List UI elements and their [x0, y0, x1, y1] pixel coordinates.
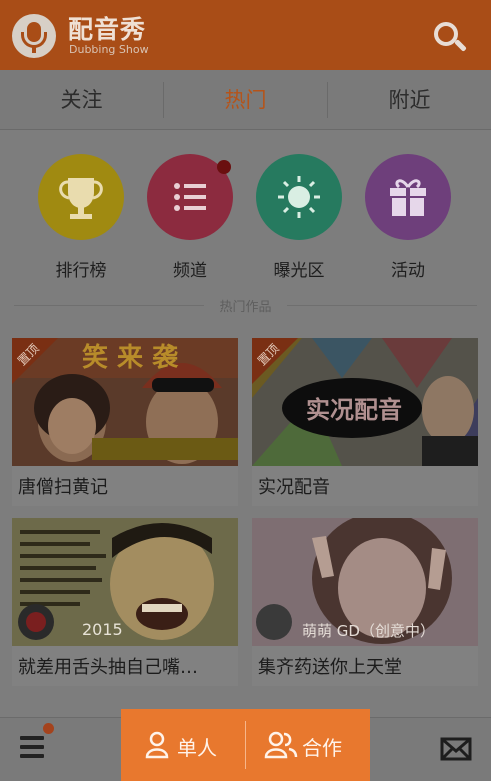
single-mode-button[interactable]: 单人: [121, 709, 245, 781]
work-overlay-text: 萌萌 GD（创意中）: [302, 622, 435, 640]
svg-text:笑 来 袭: 笑 来 袭: [82, 342, 179, 373]
coop-mode-label: 合作: [302, 736, 342, 760]
tab-hot[interactable]: 热门: [164, 70, 327, 130]
category-label: 排行榜: [55, 261, 107, 281]
list-icon: [147, 154, 233, 240]
category-label: 频道: [173, 261, 207, 281]
app-header: 配音秀 Dubbing Show: [0, 0, 491, 70]
single-mode-label: 单人: [177, 736, 217, 760]
gift-icon: [365, 154, 451, 240]
work-overlay-text: 2015: [82, 620, 123, 639]
people-icon: [264, 731, 298, 759]
category-ranking[interactable]: 排行榜: [33, 154, 129, 281]
search-icon[interactable]: [432, 20, 472, 56]
notification-dot: [43, 723, 54, 734]
tab-bar: 关注 热门 附近: [0, 70, 491, 130]
work-thumbnail: 萌萌 GD（创意中）: [252, 518, 478, 646]
category-label: 曝光区: [273, 261, 325, 281]
category-label: 活动: [391, 261, 425, 281]
trophy-icon: [38, 154, 124, 240]
work-title: 集齐药送你上天堂: [258, 657, 402, 678]
work-thumbnail: 2015: [12, 518, 238, 646]
category-events[interactable]: 活动: [360, 154, 456, 281]
work-card[interactable]: 2015 就差用舌头抽自己嘴…: [12, 518, 238, 686]
category-exposure[interactable]: 曝光区: [251, 154, 347, 281]
menu-icon[interactable]: [18, 733, 50, 763]
category-channels[interactable]: 频道: [142, 154, 238, 281]
work-card[interactable]: 笑 来 袭 置顶 唐僧扫黄记: [12, 338, 238, 506]
mail-icon[interactable]: [440, 737, 472, 761]
coop-mode-button[interactable]: 合作: [246, 709, 370, 781]
svg-text:实况配音: 实况配音: [306, 396, 402, 424]
app-subtitle: Dubbing Show: [69, 43, 149, 56]
tab-nearby[interactable]: 附近: [328, 70, 491, 130]
work-card[interactable]: 萌萌 GD（创意中） 集齐药送你上天堂: [252, 518, 478, 686]
app-title: 配音秀: [68, 15, 147, 44]
record-mode-panel: 单人 合作: [121, 709, 370, 781]
work-title: 唐僧扫黄记: [18, 477, 108, 498]
work-thumbnail: 笑 来 袭 置顶: [12, 338, 238, 466]
work-title: 实况配音: [258, 477, 330, 498]
sun-icon: [256, 154, 342, 240]
logo-icon: [12, 14, 56, 58]
work-thumbnail: 实况配音 置顶: [252, 338, 478, 466]
work-card[interactable]: 实况配音 置顶 实况配音: [252, 338, 478, 506]
person-icon: [145, 731, 169, 759]
notification-dot: [217, 160, 231, 174]
work-title: 就差用舌头抽自己嘴…: [18, 657, 198, 678]
tab-follow[interactable]: 关注: [0, 70, 163, 130]
